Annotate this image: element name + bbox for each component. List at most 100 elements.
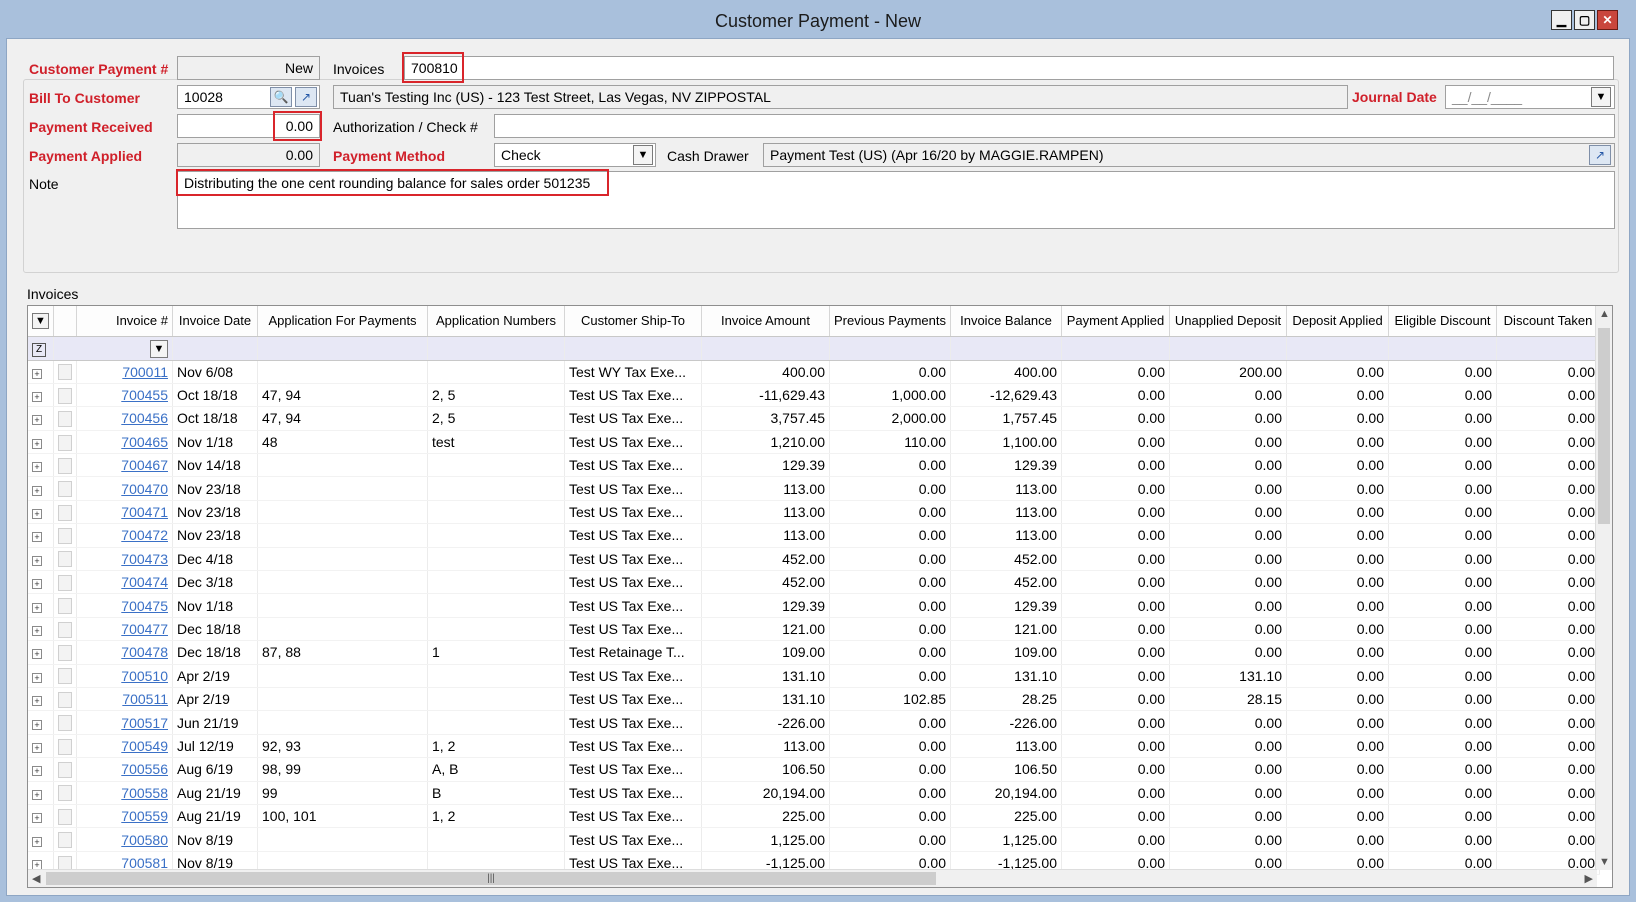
table-cell[interactable]: [257, 617, 428, 642]
column-header[interactable]: Payment Applied: [1061, 306, 1170, 337]
table-cell[interactable]: 109.00: [950, 640, 1062, 665]
table-cell[interactable]: Nov 1/18: [172, 593, 258, 618]
table-cell[interactable]: 113.00: [950, 476, 1062, 501]
table-cell[interactable]: Jun 21/19: [172, 710, 258, 735]
table-cell[interactable]: 0.00: [829, 500, 951, 525]
table-cell[interactable]: 0.00: [1169, 804, 1287, 829]
table-cell[interactable]: 131.10: [701, 664, 830, 688]
scroll-right-icon[interactable]: ▶: [1585, 872, 1593, 885]
table-cell[interactable]: [257, 523, 428, 548]
column-header[interactable]: Invoice Date: [172, 306, 258, 337]
scroll-left-icon[interactable]: ◀: [32, 872, 40, 885]
invoice-link[interactable]: 700549: [76, 734, 173, 759]
table-cell[interactable]: 129.39: [950, 453, 1062, 478]
table-cell[interactable]: Oct 18/18: [172, 383, 258, 408]
row-selector-box[interactable]: [58, 691, 72, 708]
table-cell[interactable]: 131.10: [950, 664, 1062, 688]
row-selector[interactable]: [53, 710, 77, 735]
table-cell[interactable]: 2, 5: [427, 406, 565, 431]
expand-plus-icon[interactable]: +: [32, 625, 42, 636]
expand-cell[interactable]: +: [28, 547, 54, 572]
table-cell[interactable]: Test US Tax Exe...: [564, 453, 702, 478]
filter-cell[interactable]: [701, 336, 830, 361]
table-cell[interactable]: 87, 88: [257, 640, 428, 665]
table-cell[interactable]: 2, 5: [427, 383, 565, 408]
table-cell[interactable]: 106.50: [950, 757, 1062, 782]
table-cell[interactable]: Apr 2/19: [172, 664, 258, 688]
table-cell[interactable]: Test US Tax Exe...: [564, 804, 702, 829]
table-cell[interactable]: 0.00: [1061, 360, 1170, 384]
table-cell[interactable]: [257, 500, 428, 525]
table-cell[interactable]: 106.50: [701, 757, 830, 782]
table-cell[interactable]: Nov 23/18: [172, 476, 258, 501]
table-cell[interactable]: [427, 687, 565, 712]
table-cell[interactable]: 113.00: [950, 734, 1062, 759]
table-cell[interactable]: 121.00: [701, 617, 830, 642]
table-cell[interactable]: 1,000.00: [829, 383, 951, 408]
table-cell[interactable]: 129.39: [701, 453, 830, 478]
table-cell[interactable]: 0.00: [1169, 827, 1287, 852]
table-cell[interactable]: 0.00: [1496, 757, 1600, 782]
table-cell[interactable]: 0.00: [1286, 476, 1389, 501]
table-cell[interactable]: 0.00: [1061, 547, 1170, 572]
table-cell[interactable]: 1,757.45: [950, 406, 1062, 431]
expand-cell[interactable]: +: [28, 734, 54, 759]
invoice-link[interactable]: 700511: [76, 687, 173, 712]
expand-plus-icon[interactable]: +: [32, 813, 42, 824]
column-header[interactable]: Customer Ship-To: [564, 306, 702, 337]
table-row[interactable]: +700465 Nov 1/18 48 test Test US Tax Exe... 1…: [28, 430, 1600, 455]
table-cell[interactable]: [427, 523, 565, 548]
filter-cell[interactable]: [1496, 336, 1600, 361]
table-row[interactable]: +700510 Apr 2/19 Test US Tax Exe... 131.10 0…: [28, 664, 1600, 688]
table-row[interactable]: +700474 Dec 3/18 Test US Tax Exe... 452.00 0…: [28, 570, 1600, 595]
table-cell[interactable]: [257, 547, 428, 572]
table-cell[interactable]: 0.00: [1169, 453, 1287, 478]
journal-date-dropdown[interactable]: ▼: [1591, 87, 1611, 107]
row-selector[interactable]: [53, 476, 77, 501]
expand-cell[interactable]: +: [28, 570, 54, 595]
table-cell[interactable]: 0.00: [1388, 664, 1497, 688]
row-selector-box[interactable]: [58, 504, 72, 521]
cash-drawer-open-button[interactable]: ↗: [1589, 145, 1611, 165]
table-cell[interactable]: 0.00: [1061, 710, 1170, 735]
table-cell[interactable]: 0.00: [1286, 617, 1389, 642]
table-row[interactable]: +700511 Apr 2/19 Test US Tax Exe... 131.10 1…: [28, 687, 1600, 712]
row-selector[interactable]: [53, 734, 77, 759]
payment-method-select[interactable]: Check: [494, 143, 656, 167]
table-cell[interactable]: 0.00: [1496, 687, 1600, 712]
customer-open-button[interactable]: ↗: [295, 87, 317, 107]
row-selector[interactable]: [53, 640, 77, 665]
table-cell[interactable]: 0.00: [1286, 360, 1389, 384]
expand-plus-icon[interactable]: +: [32, 836, 42, 847]
table-cell[interactable]: 0.00: [1169, 547, 1287, 572]
table-cell[interactable]: 0.00: [1061, 757, 1170, 782]
invoice-link[interactable]: 700559: [76, 804, 173, 829]
table-cell[interactable]: Test US Tax Exe...: [564, 734, 702, 759]
table-cell[interactable]: 0.00: [1286, 430, 1389, 455]
expand-plus-icon[interactable]: +: [32, 532, 42, 543]
row-selector-box[interactable]: [58, 411, 72, 428]
table-cell[interactable]: Test US Tax Exe...: [564, 547, 702, 572]
table-cell[interactable]: 0.00: [1496, 360, 1600, 384]
table-cell[interactable]: 0.00: [1286, 827, 1389, 852]
table-cell[interactable]: 225.00: [701, 804, 830, 829]
table-cell[interactable]: 0.00: [1061, 383, 1170, 408]
invoice-link[interactable]: 700580: [76, 827, 173, 852]
row-selector-box[interactable]: [58, 808, 72, 825]
row-selector[interactable]: [53, 430, 77, 455]
table-cell[interactable]: 113.00: [701, 476, 830, 501]
table-cell[interactable]: 1,100.00: [950, 430, 1062, 455]
row-selector[interactable]: [53, 664, 77, 688]
table-cell[interactable]: 0.00: [829, 804, 951, 829]
table-cell[interactable]: 0.00: [1286, 781, 1389, 805]
table-cell[interactable]: 0.00: [1496, 804, 1600, 829]
expand-plus-icon[interactable]: +: [32, 555, 42, 566]
table-cell[interactable]: [427, 664, 565, 688]
table-row[interactable]: +700559 Aug 21/19 100, 101 1, 2 Test US Tax …: [28, 804, 1600, 829]
table-cell[interactable]: 1: [427, 640, 565, 665]
table-cell[interactable]: 129.39: [701, 593, 830, 618]
row-selector-box[interactable]: [58, 668, 72, 685]
invoices-input[interactable]: 700810: [404, 56, 1614, 80]
table-row[interactable]: +700475 Nov 1/18 Test US Tax Exe... 129.39 0…: [28, 593, 1600, 618]
column-header[interactable]: Unapplied Deposit: [1169, 306, 1287, 337]
